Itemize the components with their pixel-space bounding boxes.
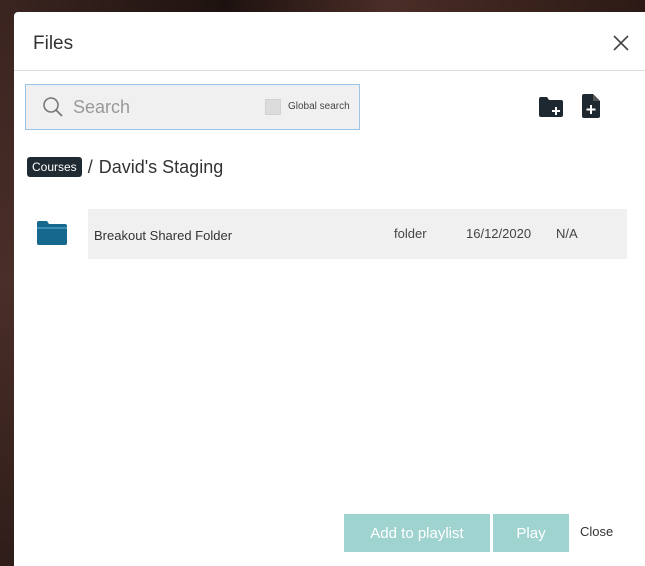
breadcrumb-root[interactable]: Courses	[27, 157, 82, 177]
folder-plus-icon[interactable]	[538, 96, 564, 118]
breadcrumb: Courses / David's Staging	[27, 155, 223, 179]
close-button[interactable]: Close	[580, 524, 613, 539]
global-search-label: Global search	[288, 101, 350, 112]
breadcrumb-current: David's Staging	[98, 156, 224, 177]
background-left	[0, 0, 14, 566]
close-icon[interactable]	[610, 32, 632, 54]
search-icon	[42, 96, 64, 118]
file-type: folder	[394, 226, 427, 241]
global-search-checkbox[interactable]	[265, 99, 281, 115]
files-modal: Files Global search	[14, 12, 645, 566]
folder-icon[interactable]	[37, 221, 67, 245]
search-input[interactable]	[73, 93, 253, 121]
add-to-playlist-button[interactable]: Add to playlist	[344, 514, 490, 552]
background-top	[0, 0, 645, 12]
search-box: Global search	[25, 84, 360, 130]
modal-title: Files	[33, 33, 74, 54]
file-row[interactable]: Breakout Shared Folder folder 16/12/2020…	[88, 209, 627, 259]
file-date: 16/12/2020	[466, 226, 532, 241]
file-size: N/A	[556, 226, 578, 241]
breadcrumb-separator: /	[87, 156, 93, 177]
file-plus-icon[interactable]	[582, 94, 600, 118]
play-button[interactable]: Play	[493, 514, 569, 552]
modal-header: Files	[14, 12, 645, 71]
file-name: Breakout Shared Folder	[94, 228, 233, 243]
